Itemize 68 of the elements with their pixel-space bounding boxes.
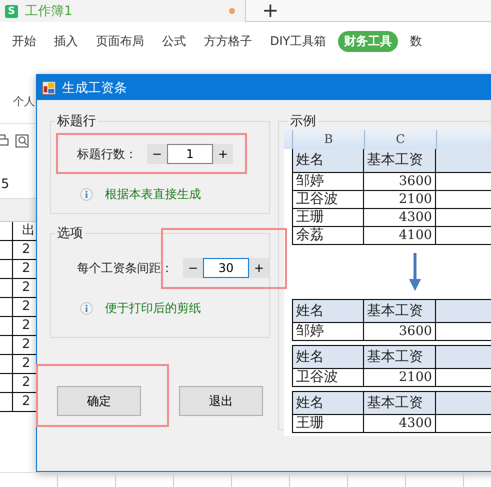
- app-logo: S: [5, 4, 18, 18]
- app-icon: [42, 80, 56, 94]
- table-cell: 姓名: [292, 345, 364, 369]
- table-cell: [436, 391, 491, 415]
- group-title: 标题行: [56, 113, 97, 130]
- table-cell: [436, 299, 491, 323]
- table-cell: 基本工资: [364, 299, 436, 323]
- info-icon: [80, 302, 93, 315]
- ribbon-tab[interactable]: 公式: [156, 31, 192, 52]
- table-cell: 基本工资: [364, 345, 436, 369]
- table-cell: [0, 298, 13, 317]
- table-cell: 3600: [364, 173, 436, 191]
- ribbon-tab[interactable]: 方方格子: [198, 31, 258, 52]
- dialog-button[interactable]: 退出: [179, 386, 263, 416]
- table-cell: 王珊: [292, 209, 364, 227]
- table-cell: [0, 222, 13, 241]
- down-arrow-icon: [409, 253, 421, 291]
- number-field[interactable]: 30: [203, 258, 249, 278]
- increment-button[interactable]: +: [213, 144, 233, 164]
- table-cell: [0, 317, 13, 336]
- increment-button[interactable]: +: [249, 258, 269, 278]
- ribbon-tab[interactable]: 数: [404, 31, 428, 52]
- table-cell: [436, 345, 491, 369]
- table-cell: 姓名: [292, 391, 364, 415]
- ribbon-tab[interactable]: 页面布局: [90, 31, 150, 52]
- table-cell: 4100: [364, 227, 436, 245]
- table-cell: 邹婷: [292, 173, 364, 191]
- table-cell: [0, 355, 13, 374]
- table-cell: [0, 241, 13, 260]
- table-cell: 王珊: [292, 415, 364, 433]
- table-cell: [0, 260, 13, 279]
- table-cell: 2100: [364, 369, 436, 387]
- new-tab-button[interactable]: +: [246, 0, 279, 20]
- field-label: 标题行数：: [77, 146, 137, 162]
- dialog-title: 生成工资条: [62, 80, 127, 96]
- table-cell: 4300: [364, 209, 436, 227]
- group-title: 示例: [289, 113, 317, 130]
- decrement-button[interactable]: −: [183, 258, 203, 278]
- table-cell: 邹婷: [292, 323, 364, 341]
- dialog-button[interactable]: 确定: [57, 386, 141, 416]
- table-cell: 卫谷波: [292, 369, 364, 387]
- search-icon[interactable]: [15, 134, 29, 148]
- group-title: 选项: [56, 225, 84, 242]
- number-field[interactable]: 1: [167, 144, 213, 164]
- table-cell: [0, 279, 13, 298]
- field-label: 每个工资条间距：: [77, 260, 173, 276]
- table-cell: 基本工资: [364, 391, 436, 415]
- ribbon-tab[interactable]: 开始: [6, 31, 42, 52]
- table-cell: 基本工资: [364, 149, 436, 173]
- info-icon: [80, 188, 93, 201]
- hint-text: 根据本表直接生成: [105, 186, 201, 203]
- table-cell: 4300: [364, 415, 436, 433]
- table-cell: 2100: [364, 191, 436, 209]
- ribbon-tab[interactable]: DIY工具箱: [264, 31, 332, 52]
- hint-text: 便于打印后的剪纸: [105, 300, 201, 317]
- decrement-button[interactable]: −: [147, 144, 167, 164]
- table-cell: 姓名: [292, 149, 364, 173]
- table-cell: 卫谷波: [292, 191, 364, 209]
- ribbon-tab[interactable]: 插入: [48, 31, 84, 52]
- table-cell: [0, 393, 13, 412]
- table-cell: 姓名: [292, 299, 364, 323]
- table-cell: [436, 149, 491, 173]
- table-cell: [0, 374, 13, 393]
- document-title: 工作簿1: [25, 3, 72, 20]
- table-cell: 3600: [364, 323, 436, 341]
- table-cell: 余荔: [292, 227, 364, 245]
- toolbar-label[interactable]: 个人: [13, 95, 35, 108]
- table-cell: [0, 336, 13, 355]
